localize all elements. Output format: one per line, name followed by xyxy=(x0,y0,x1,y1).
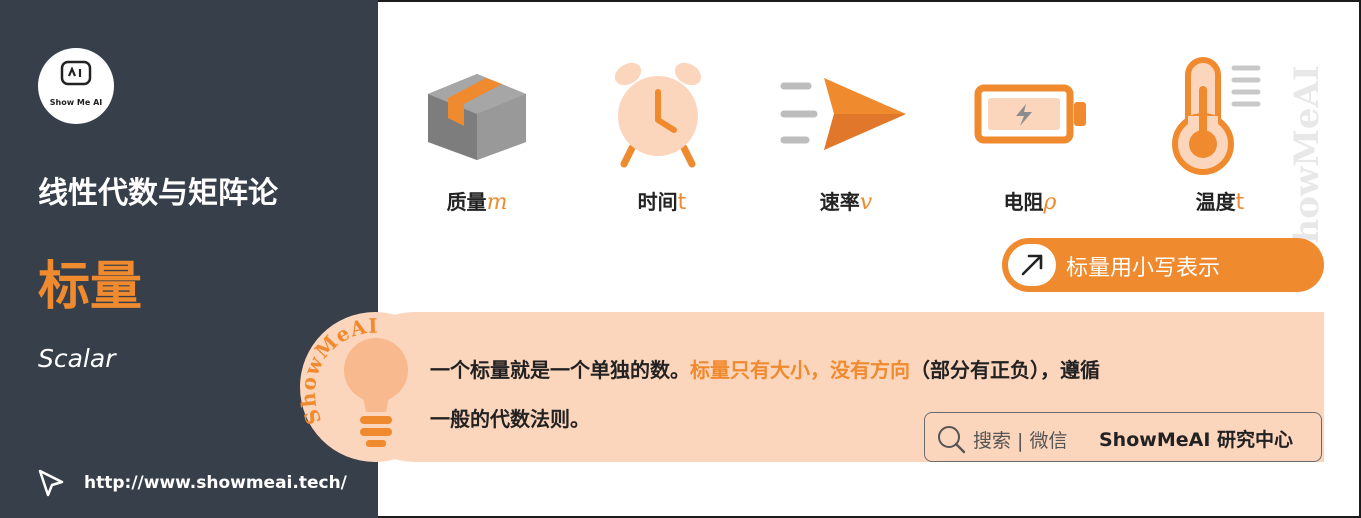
wechat-search-box[interactable]: 搜索 | 微信 ShowMeAI 研究中心 xyxy=(924,412,1322,462)
badge-icon-box xyxy=(1008,244,1056,286)
robot-icon xyxy=(60,60,92,86)
desc-highlight: 标量只有大小，没有方向 xyxy=(690,358,910,382)
label-mass-symbol: m xyxy=(486,190,508,215)
course-title: 线性代数与矩阵论 xyxy=(38,176,278,211)
search-icon xyxy=(938,426,966,454)
cursor-icon xyxy=(38,469,64,497)
box-icon xyxy=(428,74,526,160)
logo-text: Show Me AI xyxy=(49,98,103,107)
svg-text:ShowMeAI: ShowMeAI xyxy=(300,314,379,428)
label-time-name: 时间 xyxy=(637,190,678,214)
alarm-clock-icon xyxy=(614,62,702,168)
url-text: http://www.showmeai.tech/ xyxy=(84,473,347,493)
label-resistance-name: 电阻 xyxy=(1003,190,1044,214)
label-temperature-name: 温度 xyxy=(1195,190,1236,214)
label-mass: 质量m xyxy=(407,186,547,215)
search-prefix: 搜索 | 微信 xyxy=(973,430,1068,452)
label-time: 时间t xyxy=(592,186,732,215)
topic-subtitle: Scalar xyxy=(38,344,116,373)
bulb-watermark: ShowMeAI xyxy=(300,314,379,428)
showmeai-logo[interactable]: Show Me AI xyxy=(38,48,114,124)
label-resistance-symbol: ρ xyxy=(1043,190,1057,215)
thermometer-icon xyxy=(1172,57,1261,175)
desc-part2: （部分有正负），遵循 xyxy=(910,358,1100,382)
arrow-up-right-icon xyxy=(1021,254,1043,276)
label-speed: 速率v xyxy=(776,186,916,215)
label-time-symbol: t xyxy=(677,190,687,215)
label-temperature-symbol: t xyxy=(1235,190,1245,215)
badge-text: 标量用小写表示 xyxy=(1066,256,1221,281)
search-brand: ShowMeAI 研究中心 xyxy=(1099,429,1293,451)
label-temperature: 温度t xyxy=(1150,186,1290,215)
description-line-2: 一般的代数法则。 xyxy=(430,407,590,431)
topic-title: 标量 xyxy=(38,257,143,317)
description-line-1: 一个标量就是一个单独的数。标量只有大小，没有方向（部分有正负），遵循 xyxy=(430,354,1100,383)
label-resistance: 电阻ρ xyxy=(960,186,1100,215)
desc-part1: 一个标量就是一个单独的数。 xyxy=(430,358,690,382)
label-speed-name: 速率 xyxy=(819,190,860,214)
paper-plane-icon xyxy=(780,78,906,150)
bulb-watermark-text: ShowMeAI xyxy=(300,314,378,428)
battery-icon xyxy=(974,84,1086,144)
label-speed-symbol: v xyxy=(859,190,873,215)
lowercase-note-badge: 标量用小写表示 xyxy=(1002,238,1324,292)
label-mass-name: 质量 xyxy=(446,190,487,214)
